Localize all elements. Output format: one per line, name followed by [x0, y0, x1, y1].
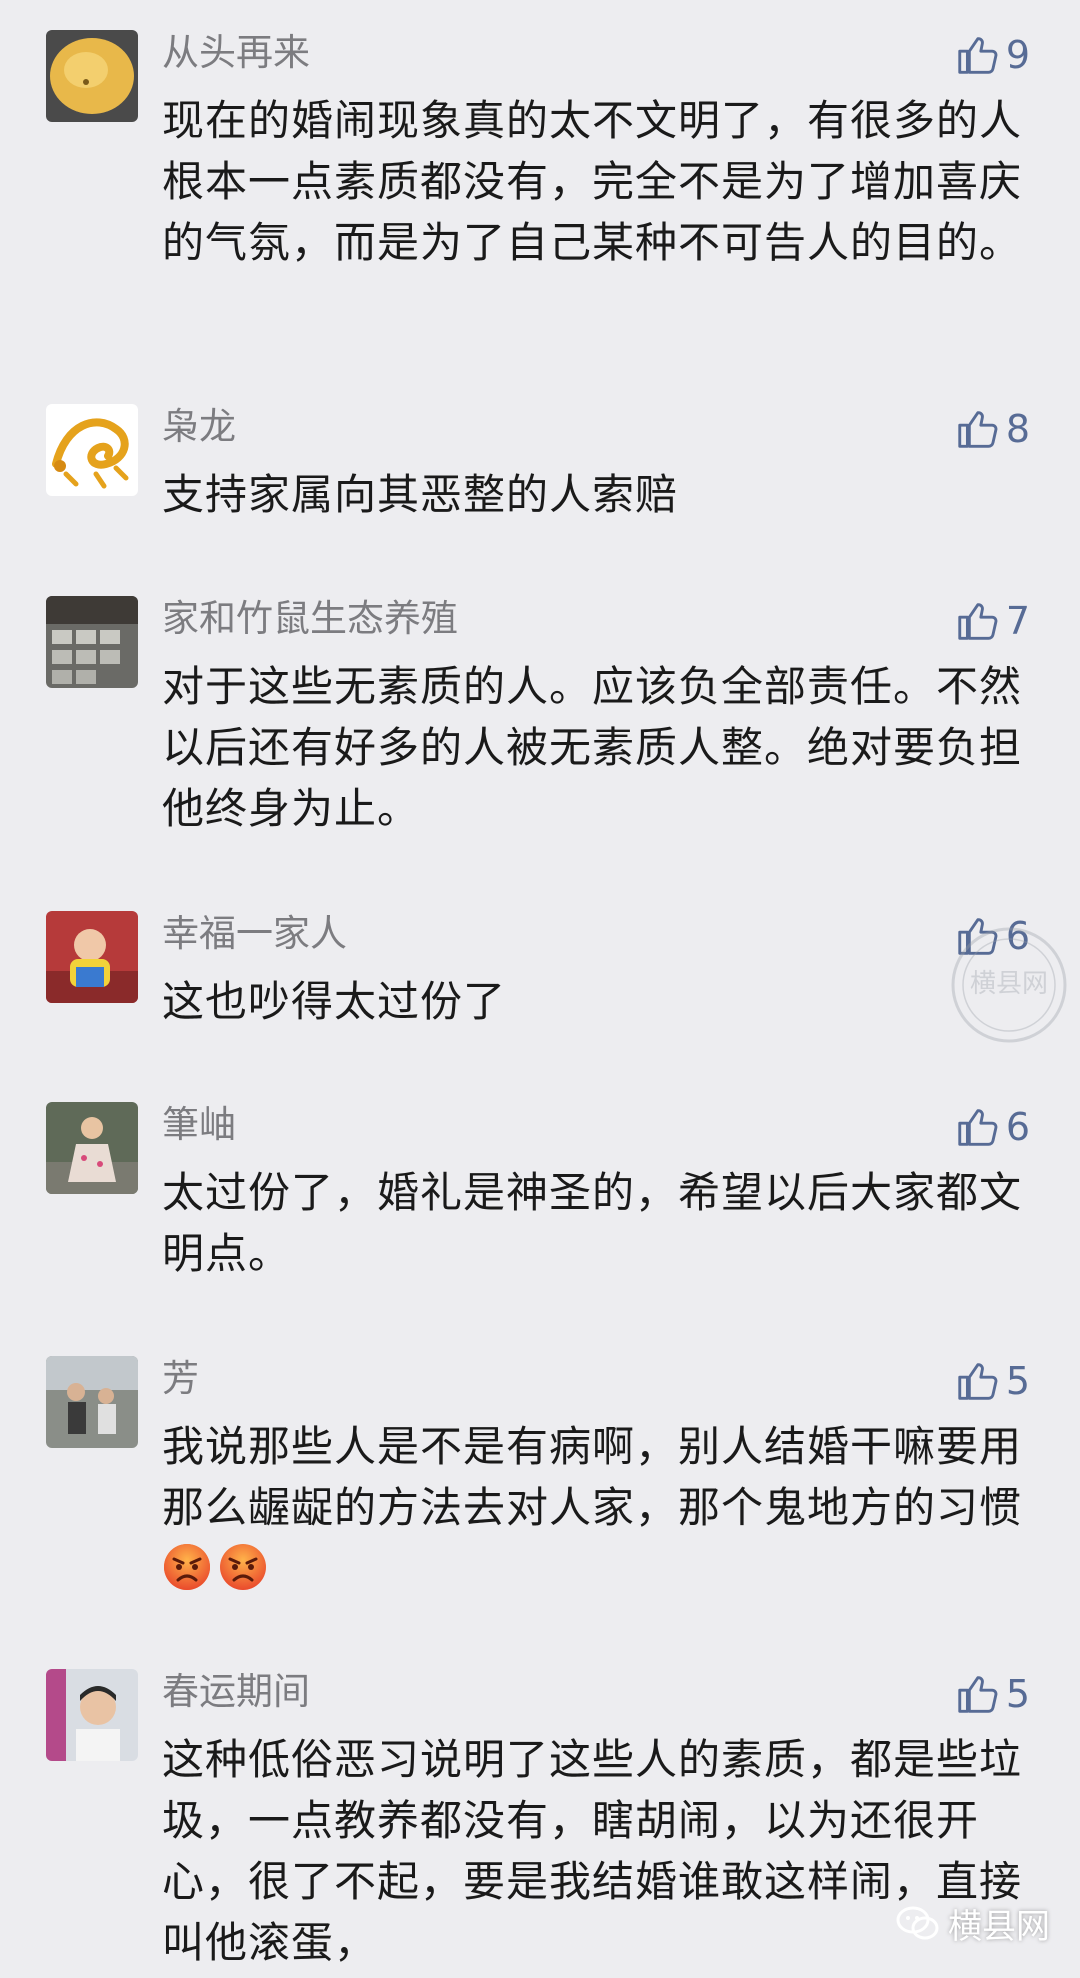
comment-author[interactable]: 幸福一家人 — [162, 909, 347, 959]
angry-face-icon — [164, 1544, 210, 1590]
like-button[interactable]: 9 — [954, 30, 1030, 80]
comment-author[interactable]: 春运期间 — [162, 1667, 310, 1717]
brand-label: 横县网 — [948, 1907, 1050, 1947]
thumbs-up-icon — [958, 1676, 998, 1713]
comment-text: 这也吵得太过份了 — [162, 977, 507, 1026]
thumbs-up-icon — [958, 603, 998, 640]
thumbs-up-icon — [958, 1363, 998, 1400]
wechat-icon — [896, 1906, 939, 1939]
avatar[interactable] — [46, 30, 138, 122]
comment-author[interactable]: 芳 — [162, 1354, 199, 1404]
avatar[interactable] — [46, 596, 138, 688]
comment-text-body: 我说那些人是不是有病啊，别人结婚干嘛要用那么龌龊的方法去对人家，那个鬼地方的习惯 — [162, 1422, 1023, 1532]
like-count: 5 — [1005, 1672, 1030, 1716]
like-count: 9 — [1005, 33, 1030, 77]
like-button[interactable]: 7 — [954, 596, 1030, 646]
like-count: 5 — [1005, 1359, 1030, 1403]
like-count: 7 — [1005, 599, 1030, 643]
comment-author[interactable]: 从头再来 — [162, 28, 310, 78]
avatar[interactable] — [46, 404, 138, 496]
thumbs-up-icon — [958, 1109, 998, 1146]
comment-text: 现在的婚闹现象真的太不文明了，有很多的人根本一点素质都没有，完全不是为了增加喜庆… — [162, 96, 1023, 267]
like-button[interactable]: 5 — [954, 1356, 1030, 1406]
angry-face-icon — [220, 1544, 266, 1590]
comment-text: 太过份了，婚礼是神圣的，希望以后大家都文明点。 — [162, 1168, 1023, 1278]
comment-text: 对于这些无素质的人。应该负全部责任。不然以后还有好多的人被无素质人整。绝对要负担… — [162, 662, 1023, 833]
comment-author[interactable]: 筆岫 — [162, 1100, 236, 1150]
comment-author[interactable]: 家和竹鼠生态养殖 — [162, 594, 458, 644]
comment-author[interactable]: 枭龙 — [162, 402, 236, 452]
watermark-stamp: 横县网 — [951, 927, 1067, 1043]
comment-text: 我说那些人是不是有病啊，别人结婚干嘛要用那么龌龊的方法去对人家，那个鬼地方的习惯 — [162, 1416, 1032, 1599]
comment-list-page: 从头再来 9 现在的婚闹现象真的太不文明了，有很多的人根本一点素质都没有，完全不… — [0, 0, 1080, 1978]
brand-badge: 横县网 — [896, 1899, 1050, 1948]
like-button[interactable]: 6 — [954, 1102, 1030, 1152]
avatar[interactable] — [46, 1356, 138, 1448]
thumbs-up-icon — [958, 37, 998, 74]
avatar[interactable] — [46, 1102, 138, 1194]
watermark-text: 横县网 — [970, 969, 1048, 999]
comment-text: 支持家属向其恶整的人索赔 — [162, 470, 679, 519]
avatar[interactable] — [46, 911, 138, 1003]
like-button[interactable]: 5 — [954, 1669, 1030, 1719]
like-count: 8 — [1005, 407, 1030, 451]
thumbs-up-icon — [958, 411, 998, 448]
like-button[interactable]: 8 — [954, 404, 1030, 454]
like-count: 6 — [1005, 1105, 1030, 1149]
avatar[interactable] — [46, 1669, 138, 1761]
